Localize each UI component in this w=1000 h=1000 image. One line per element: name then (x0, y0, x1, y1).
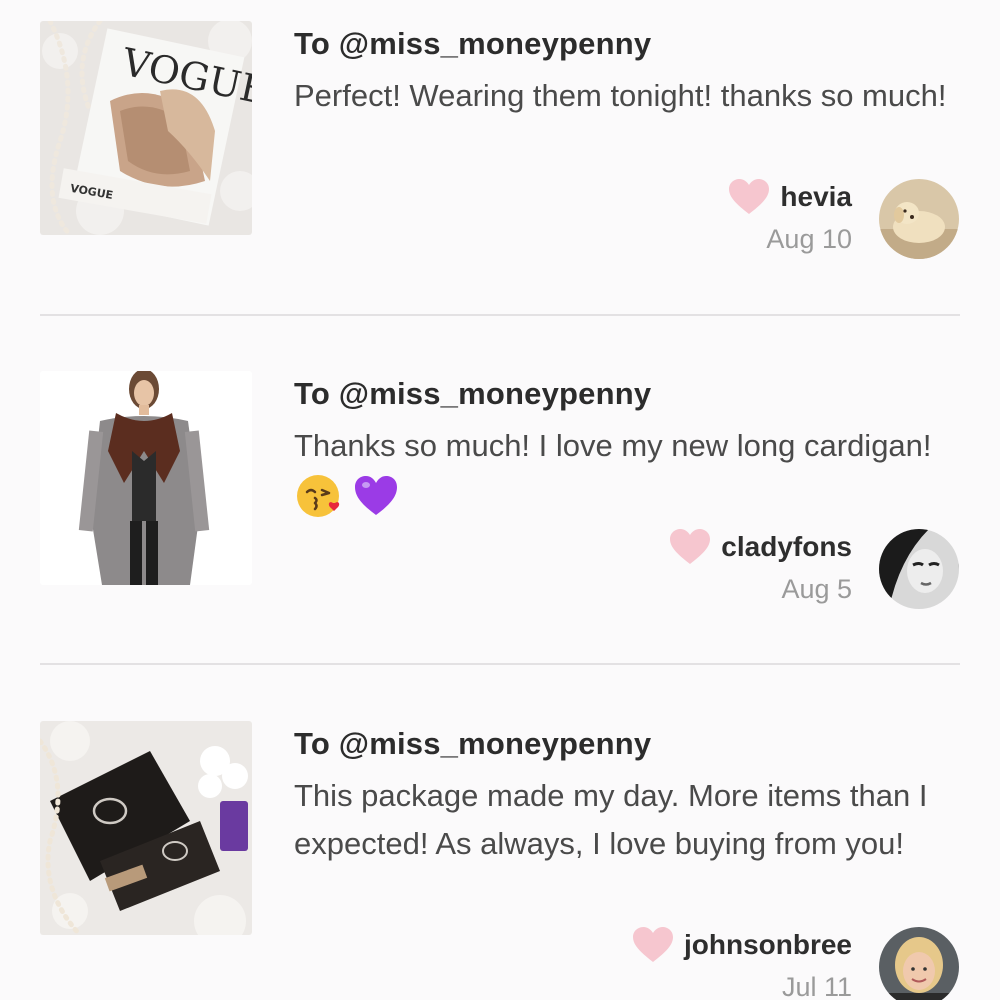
review-user-row: hevia (728, 178, 852, 216)
purple-heart-emoji (354, 475, 397, 515)
review-message-text: Perfect! Wearing them tonight! thanks so… (294, 78, 947, 113)
review-recipient[interactable]: To @miss_moneypenny (294, 26, 651, 62)
review-card: To @miss_moneypenny This package made my… (0, 700, 1000, 1000)
review-recipient[interactable]: To @miss_moneypenny (294, 726, 651, 762)
review-message: This package made my day. More items tha… (294, 772, 974, 868)
review-meta: hevia Aug 10 (728, 178, 852, 255)
review-date: Aug 5 (781, 574, 852, 604)
heart-icon[interactable] (728, 178, 770, 216)
reviewer-username[interactable]: johnsonbree (684, 929, 852, 961)
review-card: To @miss_moneypenny Thanks so much! I lo… (0, 350, 1000, 680)
review-date: Aug 10 (766, 224, 852, 254)
heart-icon[interactable] (632, 926, 674, 964)
review-card: VOGUE VOGUE To @miss_moneypenny Perfect!… (0, 0, 1000, 330)
review-message: Thanks so much! I love my new long cardi… (294, 422, 974, 519)
review-user-row: johnsonbree (632, 926, 852, 964)
review-message-text: Thanks so much! I love my new long cardi… (294, 428, 932, 463)
divider (40, 314, 960, 316)
review-message-text: This package made my day. More items tha… (294, 778, 928, 861)
review-meta: cladyfons Aug 5 (669, 528, 852, 605)
reviewer-username[interactable]: cladyfons (721, 531, 852, 563)
bw-portrait-avatar[interactable] (879, 529, 959, 609)
review-user-row: cladyfons (669, 528, 852, 566)
kissing-face-emoji (297, 474, 340, 517)
reviewer-username[interactable]: hevia (780, 181, 852, 213)
heart-icon[interactable] (669, 528, 711, 566)
review-date: Jul 11 (781, 972, 852, 1000)
review-meta: johnsonbree Jul 11 (632, 926, 852, 1000)
review-feed: VOGUE VOGUE To @miss_moneypenny Perfect!… (0, 0, 1000, 1000)
review-photo-cosmetics-package[interactable] (40, 721, 252, 935)
divider (40, 663, 960, 665)
review-recipient[interactable]: To @miss_moneypenny (294, 376, 651, 412)
woman-avatar[interactable] (879, 927, 959, 1000)
review-photo-cardigan[interactable] (40, 371, 252, 585)
dog-avatar[interactable] (879, 179, 959, 259)
review-message: Perfect! Wearing them tonight! thanks so… (294, 72, 974, 120)
review-photo-vogue-shoes[interactable]: VOGUE VOGUE (40, 21, 252, 235)
